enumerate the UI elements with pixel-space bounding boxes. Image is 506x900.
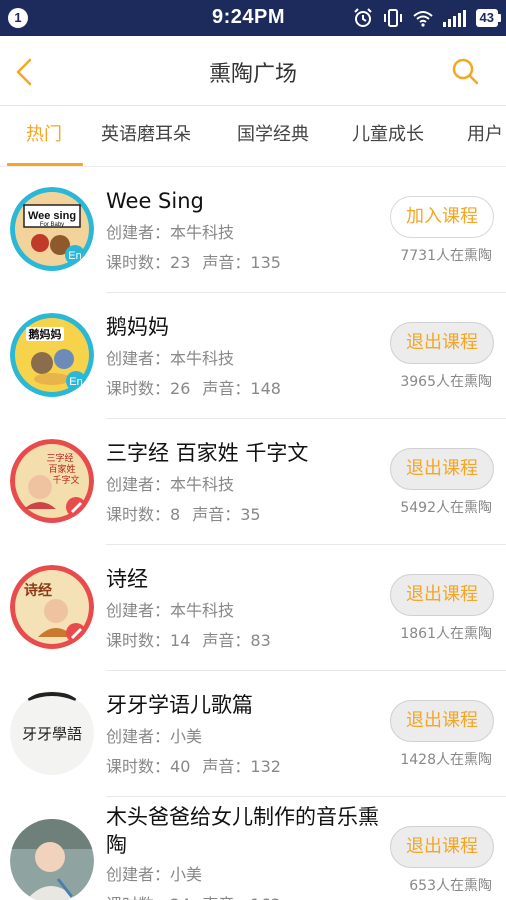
course-audio: 声音：162 <box>202 895 281 900</box>
course-title: 木头爸爸给女儿制作的音乐熏陶 <box>106 805 379 857</box>
course-title: 鹅妈妈 <box>106 315 169 339</box>
course-creator: 创建者：本牛科技 <box>106 223 235 242</box>
search-icon[interactable] <box>448 54 482 88</box>
status-icons: 43 <box>352 7 502 29</box>
course-lessons: 课时数：24 <box>106 895 190 900</box>
active-tab-indicator <box>7 163 83 166</box>
course-item[interactable]: Wee sing For Baby En Wee Sing 创建者：本牛科技 课… <box>0 167 506 293</box>
course-creator: 创建者：小美 <box>106 865 203 884</box>
leave-course-button[interactable]: 退出课程 <box>390 826 494 868</box>
leave-course-button[interactable]: 退出课程 <box>390 574 494 616</box>
course-lessons: 课时数：40 <box>106 757 191 776</box>
course-cover-image: 诗经 <box>10 565 94 649</box>
cover-title: 诗经 <box>24 582 52 599</box>
course-audio: 声音：132 <box>202 757 281 776</box>
status-time: 9:24PM <box>212 6 286 28</box>
course-cover-image: 牙牙學語 <box>10 691 94 775</box>
course-item[interactable]: 木头爸爸给女儿制作的音乐熏陶 创建者：小美 课时数：24声音：162 退出课程 … <box>0 797 506 900</box>
tab-hot[interactable]: 热门 <box>26 107 62 166</box>
vibrate-icon <box>383 9 402 27</box>
cover-title: 三字经 <box>46 452 73 464</box>
cover-lang-badge: En <box>68 250 81 262</box>
signal-icon <box>442 10 466 27</box>
course-audio: 声音：83 <box>202 631 271 650</box>
course-meta: 课时数：14 声音：83 <box>106 627 283 651</box>
svg-text:千字文: 千字文 <box>52 474 79 486</box>
wifi-icon <box>412 11 433 27</box>
course-item[interactable]: 三字经 百家姓 千字文 三字经 百家姓 千字文 创建者：本牛科技 课时数：8 声音… <box>0 419 506 545</box>
leave-course-button[interactable]: 退出课程 <box>390 448 494 490</box>
course-title: Wee Sing <box>106 189 204 213</box>
battery-icon: 43 <box>475 9 502 27</box>
listener-count: 5492人在熏陶 <box>400 500 492 516</box>
course-cover-image: 鹅妈妈 En <box>10 313 94 397</box>
course-title: 牙牙学语儿歌篇 <box>106 693 253 717</box>
cover-subtitle: For Baby <box>40 222 64 228</box>
listener-count: 1861人在熏陶 <box>400 626 492 642</box>
tab-growth[interactable]: 儿童成长 <box>352 107 424 166</box>
svg-text:百家姓: 百家姓 <box>48 463 75 475</box>
course-meta: 课时数：23 声音：135 <box>106 249 293 273</box>
cover-title: Wee sing <box>28 210 76 222</box>
course-audio: 声音：35 <box>192 505 261 524</box>
join-course-button[interactable]: 加入课程 <box>390 196 494 238</box>
cover-title: 牙牙學語 <box>22 725 82 743</box>
tab-classics[interactable]: 国学经典 <box>237 107 309 166</box>
course-meta: 课时数：40 声音：132 <box>106 753 293 777</box>
course-title: 诗经 <box>106 567 148 591</box>
course-creator: 创建者：小美 <box>106 727 203 746</box>
course-cover-image: Wee sing For Baby En <box>10 187 94 271</box>
course-lessons: 课时数：8 <box>106 505 181 524</box>
notification-badge: 1 <box>8 8 28 28</box>
course-title: 三字经 百家姓 千字文 <box>106 441 309 465</box>
course-meta: 课时数：26 声音：148 <box>106 375 293 399</box>
course-item[interactable]: 诗经 诗经 创建者：本牛科技 课时数：14 声音：83 退出课程 1861人在熏陶 <box>0 545 506 671</box>
course-item[interactable]: 牙牙學語 牙牙学语儿歌篇 创建者：小美 课时数：40 声音：132 退出课程 14… <box>0 671 506 797</box>
course-meta: 课时数：8 声音：35 <box>106 501 273 525</box>
course-cover-image <box>10 819 94 900</box>
cover-title: 鹅妈妈 <box>29 327 62 341</box>
course-creator: 创建者：本牛科技 <box>106 475 235 494</box>
leave-course-button[interactable]: 退出课程 <box>390 700 494 742</box>
course-creator: 创建者：本牛科技 <box>106 601 235 620</box>
course-audio: 声音：135 <box>202 253 281 272</box>
course-audio: 声音：148 <box>202 379 281 398</box>
tab-english[interactable]: 英语磨耳朵 <box>101 107 191 166</box>
course-creator: 创建者：本牛科技 <box>106 349 235 368</box>
course-cover-image: 三字经 百家姓 千字文 <box>10 439 94 523</box>
course-lessons: 课时数：14 <box>106 631 191 650</box>
course-lessons: 课时数：26 <box>106 379 191 398</box>
course-item[interactable]: 鹅妈妈 En 鹅妈妈 创建者：本牛科技 课时数：26 声音：148 退出课程 39… <box>0 293 506 419</box>
app-header: 熏陶广场 <box>0 36 506 106</box>
listener-count: 653人在熏陶 <box>409 878 492 894</box>
tab-users[interactable]: 用户 <box>467 107 503 166</box>
course-lessons: 课时数：23 <box>106 253 191 272</box>
listener-count: 7731人在熏陶 <box>400 248 492 264</box>
listener-count: 1428人在熏陶 <box>400 752 492 768</box>
category-tabs: 热门 英语磨耳朵 国学经典 儿童成长 用户 <box>0 107 506 167</box>
listener-count: 3965人在熏陶 <box>400 374 492 390</box>
leave-course-button[interactable]: 退出课程 <box>390 322 494 364</box>
alarm-icon <box>353 8 372 27</box>
cover-lang-badge: En <box>69 376 82 388</box>
course-meta: 课时数：24 声音：162 <box>106 891 293 900</box>
page-title: 熏陶广场 <box>208 62 297 87</box>
status-bar: 1 9:24PM 43 <box>0 0 506 36</box>
